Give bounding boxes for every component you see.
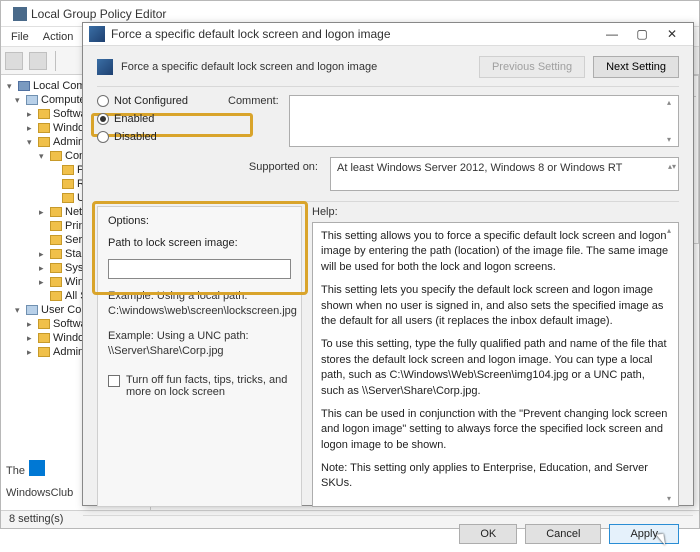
policy-header-icon xyxy=(97,59,113,75)
next-setting-button[interactable]: Next Setting xyxy=(593,56,679,78)
maximize-button[interactable]: ▢ xyxy=(627,23,657,45)
toolbar-forward-icon[interactable] xyxy=(29,52,47,70)
comment-textarea[interactable]: ▴▾ xyxy=(289,95,679,147)
help-paragraph: Note: This setting only applies to Enter… xyxy=(321,461,670,492)
radio-disabled[interactable]: Disabled xyxy=(97,131,212,143)
scroll-down-icon[interactable]: ▾ xyxy=(662,135,676,144)
dialog-titlebar[interactable]: Force a specific default lock screen and… xyxy=(83,23,693,46)
supported-on-text: At least Windows Server 2012, Windows 8 … xyxy=(337,162,622,174)
supported-on-box: At least Windows Server 2012, Windows 8 … xyxy=(330,157,679,191)
menu-action[interactable]: Action xyxy=(37,29,80,45)
comment-label: Comment: xyxy=(228,95,279,147)
example-unc: Example: Using a UNC path: \\Server\Shar… xyxy=(108,329,291,359)
watermark: The WindowsClub xyxy=(6,457,73,501)
path-input[interactable] xyxy=(108,259,291,279)
turn-off-funfacts-checkbox[interactable]: Turn off fun facts, tips, tricks, and mo… xyxy=(108,374,291,398)
path-label: Path to lock screen image: xyxy=(108,237,291,249)
help-paragraph: This can be used in conjunction with the… xyxy=(321,407,670,453)
mouse-cursor-icon xyxy=(656,531,670,546)
close-button[interactable]: ✕ xyxy=(657,23,687,45)
policy-dialog: Force a specific default lock screen and… xyxy=(82,22,694,506)
options-label: Options: xyxy=(108,215,291,227)
gpedit-app-icon xyxy=(13,7,27,21)
help-paragraph: This setting lets you specify the defaul… xyxy=(321,283,670,329)
policy-icon xyxy=(89,26,105,42)
minimize-button[interactable]: — xyxy=(597,23,627,45)
state-radio-group: Not Configured Enabled Disabled xyxy=(97,95,212,191)
status-text: 8 setting(s) xyxy=(9,513,63,525)
toolbar-back-icon[interactable] xyxy=(5,52,23,70)
ok-button[interactable]: OK xyxy=(459,524,517,544)
windows-logo-icon xyxy=(29,460,45,476)
radio-enabled[interactable]: Enabled xyxy=(97,113,212,125)
dialog-header: Force a specific default lock screen and… xyxy=(83,46,693,86)
help-label: Help: xyxy=(312,206,679,218)
example-local: Example: Using a local path: C:\windows\… xyxy=(108,289,291,319)
scroll-up-icon[interactable]: ▴ xyxy=(662,98,676,107)
checkbox-icon[interactable] xyxy=(108,375,120,387)
options-pane: Options: Path to lock screen image: Exam… xyxy=(97,206,302,507)
radio-not-configured[interactable]: Not Configured xyxy=(97,95,212,107)
help-textbox[interactable]: This setting allows you to force a speci… xyxy=(312,222,679,507)
toolbar-separator xyxy=(55,51,56,71)
scroll-up-icon[interactable]: ▴ xyxy=(662,225,676,236)
gpedit-title-text: Local Group Policy Editor xyxy=(31,7,166,21)
scroll-down-icon[interactable]: ▾ xyxy=(662,493,676,504)
apply-button[interactable]: Apply xyxy=(609,524,679,544)
supported-on-label: Supported on: xyxy=(228,157,318,173)
cancel-button[interactable]: Cancel xyxy=(525,524,601,544)
policy-name: Force a specific default lock screen and… xyxy=(121,61,471,73)
scroll-down-icon[interactable]: ▾ xyxy=(672,162,676,171)
dialog-button-row: OK Cancel Apply xyxy=(83,515,693,552)
menu-file[interactable]: File xyxy=(5,29,35,45)
dialog-title-text: Force a specific default lock screen and… xyxy=(111,27,597,41)
help-pane: Help: This setting allows you to force a… xyxy=(312,206,679,507)
help-paragraph: To use this setting, type the fully qual… xyxy=(321,337,670,399)
help-paragraph: This setting allows you to force a speci… xyxy=(321,229,670,275)
previous-setting-button[interactable]: Previous Setting xyxy=(479,56,585,78)
